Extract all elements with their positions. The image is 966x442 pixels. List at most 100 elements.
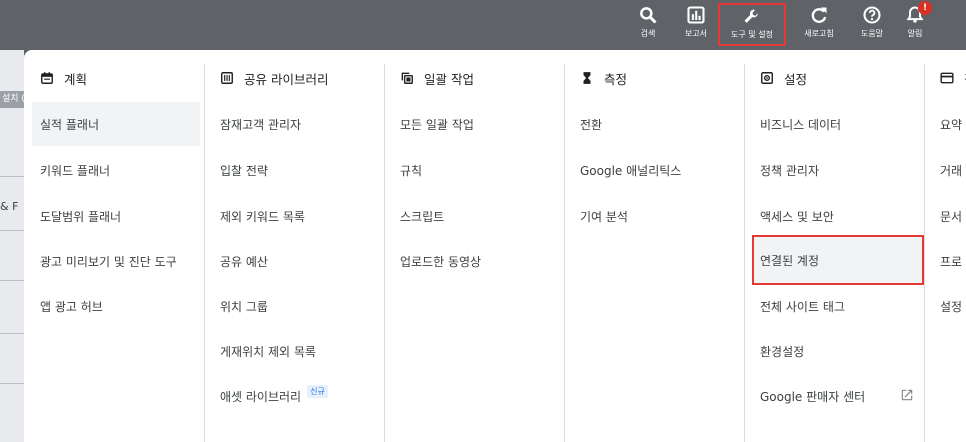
billing-icon	[940, 71, 954, 85]
menu-item-asset-library[interactable]: 애셋 라이브러리 신규	[212, 374, 380, 418]
menu-item-uploaded-videos[interactable]: 업로드한 동영상	[392, 239, 560, 283]
reports-icon	[674, 5, 718, 27]
menu-item-access-security[interactable]: 액세스 및 보안	[752, 194, 922, 238]
menu-item-label: 제외 키워드 목록	[220, 209, 305, 224]
menu-item-all-bulk-actions[interactable]: 모든 일괄 작업	[392, 102, 560, 146]
search-label: 검색	[640, 29, 656, 38]
help-label: 도움말	[860, 29, 884, 38]
menu-item-label: 위치 그룹	[220, 299, 268, 314]
menu-item-label: 거래	[940, 163, 963, 178]
menu-item-negative-keyword-lists[interactable]: 제외 키워드 목록	[212, 194, 380, 238]
menu-item-label: 전체 사이트 태그	[760, 299, 845, 314]
column-header-measurement: 측정	[580, 68, 627, 88]
background-page: 설치 ( & F	[0, 50, 24, 442]
refresh-label: 새로고침	[804, 29, 834, 38]
menu-column-billing: 결 요약 거래 문서 프로 설정	[924, 50, 966, 442]
help-icon	[850, 5, 894, 27]
menu-item-label: 입찰 전략	[220, 163, 268, 178]
menu-item-conversions[interactable]: 전환	[572, 102, 740, 146]
menu-item-reach-planner[interactable]: 도달범위 플래너	[32, 194, 200, 238]
menu-item-merchant-center[interactable]: Google 판매자 센터	[752, 374, 922, 418]
column-header-label: 계획	[64, 71, 88, 87]
menu-item-audience-manager[interactable]: 잠재고객 관리자	[212, 102, 380, 146]
column-header-label: 공유 라이브러리	[244, 71, 329, 87]
menu-item-label: 규칙	[400, 163, 423, 178]
menu-item-scripts[interactable]: 스크립트	[392, 194, 560, 238]
menu-item-label: 비즈니스 데이터	[760, 117, 842, 132]
help-button[interactable]: 도움말	[850, 4, 894, 39]
divider	[0, 333, 24, 334]
column-header-shared-library: 공유 라이브러리	[220, 68, 328, 88]
menu-item-label: 잠재고객 관리자	[220, 117, 302, 132]
search-icon	[626, 5, 670, 27]
tools-settings-button[interactable]: 도구 및 설정	[718, 3, 786, 46]
top-toolbar: 검색 보고서 도구 및 설정 새로고침 도움말 ! 알림	[0, 0, 966, 50]
column-header-label: 측정	[604, 71, 628, 87]
menu-item-label: Google 판매자 센터	[760, 389, 866, 404]
column-header-bulk-actions: 일괄 작업	[400, 68, 474, 88]
menu-item-placement-exclusion-lists[interactable]: 게재위치 제외 목록	[212, 329, 380, 373]
menu-item-label: 연결된 계정	[760, 253, 820, 268]
menu-item-label: 스크립트	[400, 209, 445, 224]
menu-item-label: 애셋 라이브러리	[220, 389, 302, 404]
menu-item-label: 광고 미리보기 및 진단 도구	[40, 254, 177, 269]
menu-item-attribution[interactable]: 기여 분석	[572, 194, 740, 238]
menu-item-label: 프로	[940, 254, 963, 269]
reports-label: 보고서	[684, 29, 708, 38]
menu-item-location-groups[interactable]: 위치 그룹	[212, 284, 380, 328]
menu-item-label: 기여 분석	[580, 209, 628, 224]
menu-item-label: 앱 광고 허브	[40, 299, 103, 314]
menu-item-global-site-tag[interactable]: 전체 사이트 태그	[752, 284, 922, 328]
divider	[0, 383, 24, 384]
new-badge: 신규	[307, 384, 328, 398]
column-header-planning: 계획	[40, 68, 87, 88]
menu-item-rules[interactable]: 규칙	[392, 148, 560, 192]
menu-column-planning: 계획 실적 플래너 키워드 플래너 도달범위 플래너 광고 미리보기 및 진단 …	[24, 50, 204, 442]
column-header-billing: 결	[940, 68, 966, 88]
menu-item-label: 정책 관리자	[760, 163, 820, 178]
menu-item-bid-strategies[interactable]: 입찰 전략	[212, 148, 380, 192]
divider	[0, 176, 24, 177]
menu-item-policy-manager[interactable]: 정책 관리자	[752, 148, 922, 192]
menu-item-ad-preview-diagnosis[interactable]: 광고 미리보기 및 진단 도구	[32, 239, 200, 283]
menu-item-performance-planner[interactable]: 실적 플래너	[32, 102, 200, 146]
tools-settings-label: 도구 및 설정	[731, 30, 773, 39]
menu-item-google-analytics[interactable]: Google 애널리틱스	[572, 148, 740, 192]
menu-item-summary[interactable]: 요약	[932, 102, 966, 146]
menu-column-measurement: 측정 전환 Google 애널리틱스 기여 분석	[564, 50, 744, 442]
divider	[0, 280, 24, 281]
tools-settings-menu: 계획 실적 플래너 키워드 플래너 도달범위 플래너 광고 미리보기 및 진단 …	[24, 50, 966, 442]
notification-badge: !	[918, 1, 932, 15]
menu-item-documents[interactable]: 문서	[932, 194, 966, 238]
notifications-label: 알림	[907, 29, 923, 38]
menu-item-keyword-planner[interactable]: 키워드 플래너	[32, 148, 200, 192]
menu-item-business-data[interactable]: 비즈니스 데이터	[752, 102, 922, 146]
refresh-icon	[797, 5, 841, 27]
divider	[0, 230, 24, 231]
menu-item-label: Google 애널리틱스	[580, 163, 682, 178]
column-header-setup: 설정	[760, 68, 807, 88]
menu-item-label: 액세스 및 보안	[760, 209, 834, 224]
settings-icon	[760, 71, 774, 85]
notifications-button[interactable]: ! 알림	[893, 1, 937, 39]
menu-item-transactions[interactable]: 거래	[932, 148, 966, 192]
menu-column-bulk-actions: 일괄 작업 모든 일괄 작업 규칙 스크립트 업로드한 동영상	[384, 50, 564, 442]
refresh-button[interactable]: 새로고침	[797, 4, 841, 39]
menu-item-label: 환경설정	[760, 344, 805, 359]
menu-item-app-ad-hub[interactable]: 앱 광고 허브	[32, 284, 200, 328]
menu-item-billing-settings[interactable]: 설정	[932, 284, 966, 328]
menu-item-label: 게재위치 제외 목록	[220, 344, 316, 359]
menu-item-label: 실적 플래너	[40, 117, 100, 132]
reports-button[interactable]: 보고서	[674, 4, 718, 39]
calendar-icon	[40, 71, 54, 85]
background-row-text: & F	[0, 200, 19, 213]
menu-column-shared-library: 공유 라이브러리 잠재고객 관리자 입찰 전략 제외 키워드 목록 공유 예산 …	[204, 50, 384, 442]
menu-item-shared-budgets[interactable]: 공유 예산	[212, 239, 380, 283]
search-button[interactable]: 검색	[626, 4, 670, 39]
menu-item-preferences[interactable]: 환경설정	[752, 329, 922, 373]
menu-item-label: 도달범위 플래너	[40, 209, 122, 224]
menu-item-linked-accounts[interactable]: 연결된 계정	[752, 235, 924, 285]
background-tag: 설치 (	[0, 91, 24, 108]
menu-item-promotions[interactable]: 프로	[932, 239, 966, 283]
menu-item-label: 키워드 플래너	[40, 163, 111, 178]
